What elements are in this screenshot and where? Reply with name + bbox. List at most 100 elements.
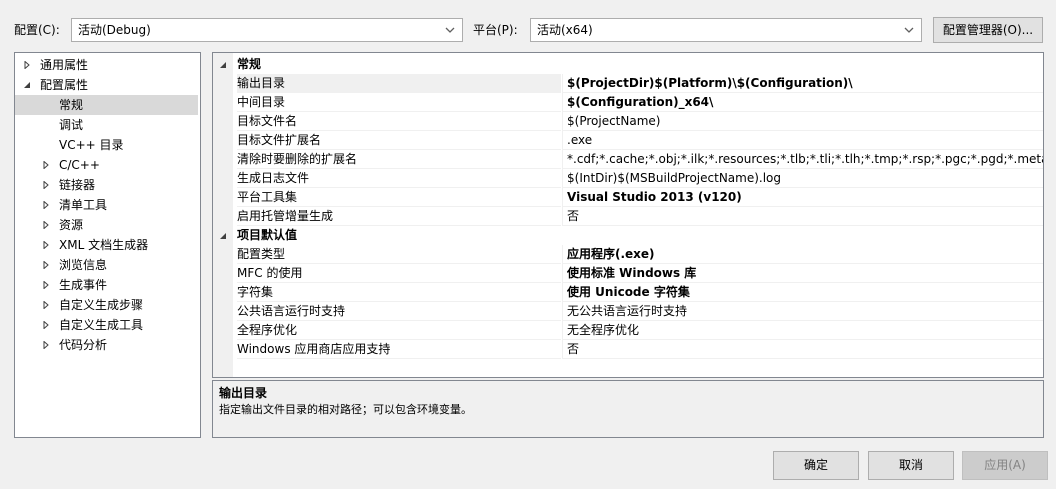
tree-item[interactable]: 生成事件 [15, 275, 198, 295]
tree-item[interactable]: C/C++ [15, 155, 198, 175]
property-name[interactable]: 全程序优化 [237, 321, 561, 340]
property-row[interactable]: 配置类型 应用程序(.exe) [213, 245, 1043, 264]
property-value[interactable]: 无公共语言运行时支持 [562, 302, 1043, 321]
tree-item[interactable]: 常规 [15, 95, 198, 115]
description-pane: 输出目录 指定输出文件目录的相对路径；可以包含环境变量。 [212, 380, 1044, 438]
property-row[interactable]: 启用托管增量生成否 [213, 207, 1043, 226]
description-title: 输出目录 [219, 386, 268, 400]
tree-item-label: C/C++ [59, 158, 100, 172]
tree-item[interactable]: 代码分析 [15, 335, 198, 355]
property-value[interactable]: $(ProjectName) [562, 112, 1043, 131]
collapsed-arrow-icon[interactable] [42, 341, 50, 349]
platform-dropdown[interactable]: 活动(x64) [530, 18, 922, 42]
collapsed-arrow-icon[interactable] [42, 181, 50, 189]
configuration-manager-button[interactable]: 配置管理器(O)... [933, 17, 1043, 43]
property-value[interactable]: 应用程序(.exe) [562, 245, 1043, 264]
property-name[interactable]: 字符集 [237, 283, 561, 302]
property-name[interactable]: MFC 的使用 [237, 264, 561, 283]
collapsed-arrow-icon[interactable] [42, 221, 50, 229]
property-value[interactable]: 使用标准 Windows 库 [562, 264, 1043, 283]
property-row[interactable]: MFC 的使用 使用标准 Windows 库 [213, 264, 1043, 283]
property-value[interactable]: 否 [562, 207, 1043, 226]
configuration-label: 配置(C): [14, 23, 60, 37]
property-row[interactable]: 生成日志文件 $(IntDir)$(MSBuildProjectName).log [213, 169, 1043, 188]
tree-item[interactable]: 清单工具 [15, 195, 198, 215]
tree-item[interactable]: VC++ 目录 [15, 135, 198, 155]
category-title: 常规 [237, 57, 262, 71]
description-text: 指定输出文件目录的相对路径；可以包含环境变量。 [219, 403, 472, 416]
property-name[interactable]: 目标文件名 [237, 112, 561, 131]
property-name[interactable]: 平台工具集 [237, 188, 561, 207]
property-row[interactable]: Windows 应用商店应用支持否 [213, 340, 1043, 359]
tree-item-label: 自定义生成步骤 [59, 298, 144, 312]
property-row[interactable]: 输出目录 $(ProjectDir)$(Platform)\$(Configura… [213, 74, 1043, 93]
property-name[interactable]: 中间目录 [237, 93, 561, 112]
tree-item[interactable]: XML 文档生成器 [15, 235, 198, 255]
category-header[interactable]: 常规 [213, 55, 1043, 74]
tree-item[interactable]: 浏览信息 [15, 255, 198, 275]
platform-label: 平台(P): [473, 23, 518, 37]
property-value[interactable]: 否 [562, 340, 1043, 359]
apply-button[interactable]: 应用(A) [962, 451, 1048, 480]
collapsed-arrow-icon[interactable] [42, 281, 50, 289]
property-name[interactable]: Windows 应用商店应用支持 [237, 340, 561, 359]
configuration-dropdown[interactable]: 活动(Debug) [71, 18, 463, 42]
configuration-value: 活动(Debug) [78, 23, 151, 37]
cancel-button[interactable]: 取消 [868, 451, 954, 480]
property-name[interactable]: 公共语言运行时支持 [237, 302, 561, 321]
property-value[interactable]: $(IntDir)$(MSBuildProjectName).log [562, 169, 1043, 188]
tree-item-label: 清单工具 [59, 198, 108, 212]
ok-button[interactable]: 确定 [773, 451, 859, 480]
property-name[interactable]: 配置类型 [237, 245, 561, 264]
property-value[interactable]: .exe [562, 131, 1043, 150]
collapsed-arrow-icon[interactable] [42, 261, 50, 269]
category-title: 项目默认值 [237, 228, 298, 242]
tree-item[interactable]: 调试 [15, 115, 198, 135]
property-row[interactable]: 全程序优化 无全程序优化 [213, 321, 1043, 340]
expanded-arrow-icon[interactable] [219, 232, 227, 240]
collapsed-arrow-icon[interactable] [42, 241, 50, 249]
tree-item-label: 浏览信息 [59, 258, 108, 272]
property-grid: 常规输出目录 $(ProjectDir)$(Platform)\$(Configu… [212, 52, 1044, 378]
property-row[interactable]: 平台工具集 Visual Studio 2013 (v120) [213, 188, 1043, 207]
property-name[interactable]: 清除时要删除的扩展名 [237, 150, 561, 169]
collapsed-arrow-icon[interactable] [42, 161, 50, 169]
tree-item-label: 代码分析 [59, 338, 108, 352]
property-value[interactable]: 无全程序优化 [562, 321, 1043, 340]
tree-item[interactable]: 自定义生成步骤 [15, 295, 198, 315]
property-row[interactable]: 公共语言运行时支持 无公共语言运行时支持 [213, 302, 1043, 321]
property-row[interactable]: 目标文件扩展名 .exe [213, 131, 1043, 150]
tree-item-label: 资源 [59, 218, 84, 232]
property-value[interactable]: Visual Studio 2013 (v120) [562, 188, 1043, 207]
tree-item-label: 调试 [59, 118, 84, 132]
tree-item[interactable]: 链接器 [15, 175, 198, 195]
property-value[interactable]: 使用 Unicode 字符集 [562, 283, 1043, 302]
property-value[interactable]: $(ProjectDir)$(Platform)\$(Configuration… [562, 74, 1043, 93]
collapsed-arrow-icon[interactable] [42, 301, 50, 309]
property-name[interactable]: 目标文件扩展名 [237, 131, 561, 150]
collapsed-arrow-icon[interactable] [42, 321, 50, 329]
expanded-arrow-icon[interactable] [219, 61, 227, 69]
property-name[interactable]: 生成日志文件 [237, 169, 561, 188]
property-name[interactable]: 启用托管增量生成 [237, 207, 561, 226]
tree-item[interactable]: 配置属性 [15, 75, 198, 95]
property-row[interactable]: 目标文件名 $(ProjectName) [213, 112, 1043, 131]
tree-item-label: XML 文档生成器 [59, 238, 149, 252]
tree-item[interactable]: 自定义生成工具 [15, 315, 198, 335]
tree-item-label: 自定义生成工具 [59, 318, 144, 332]
tree-item-label: 链接器 [59, 178, 96, 192]
expanded-arrow-icon[interactable] [23, 81, 31, 89]
property-value[interactable]: $(Configuration)_x64\ [562, 93, 1043, 112]
property-row[interactable]: 清除时要删除的扩展名 *.cdf;*.cache;*.obj;*.ilk;*.re… [213, 150, 1043, 169]
property-name[interactable]: 输出目录 [237, 74, 561, 93]
tree-item[interactable]: 资源 [15, 215, 198, 235]
collapsed-arrow-icon[interactable] [23, 61, 31, 69]
property-value[interactable]: *.cdf;*.cache;*.obj;*.ilk;*.resources;*.… [562, 150, 1043, 169]
property-row[interactable]: 中间目录 $(Configuration)_x64\ [213, 93, 1043, 112]
property-tree: 通用属性 配置属性 常规调试 VC++ 目录 C/C++ 链接器清单工具资源 XML 文档生… [14, 52, 201, 438]
collapsed-arrow-icon[interactable] [42, 201, 50, 209]
tree-item[interactable]: 通用属性 [15, 55, 198, 75]
property-row[interactable]: 字符集 使用 Unicode 字符集 [213, 283, 1043, 302]
category-header[interactable]: 项目默认值 [213, 226, 1043, 245]
chevron-down-icon [904, 27, 914, 33]
